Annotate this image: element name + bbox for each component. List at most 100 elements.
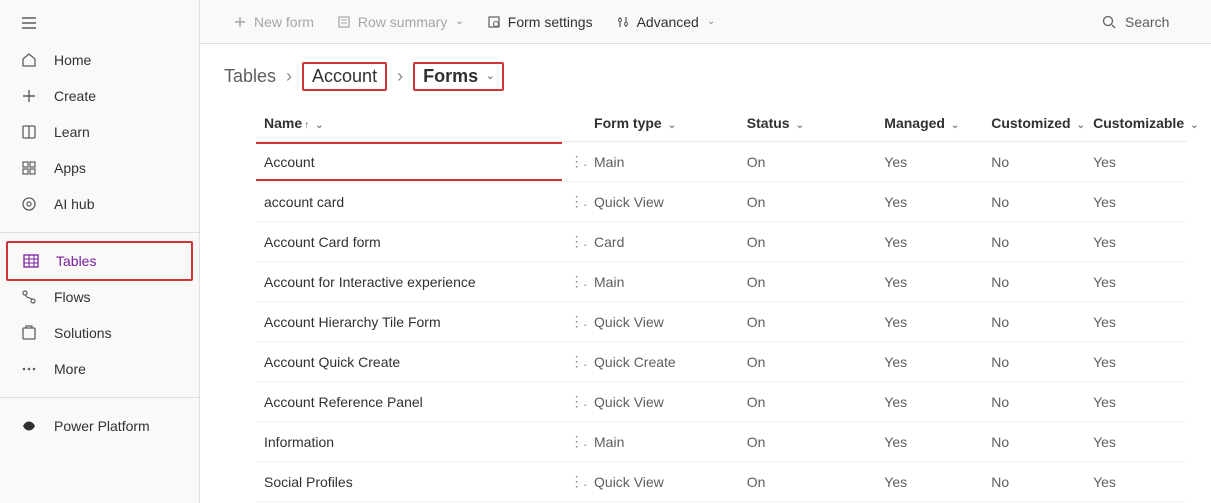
cell-managed: Yes [876, 182, 983, 222]
cell-formtype: Main [586, 142, 739, 182]
search-placeholder: Search [1125, 14, 1169, 30]
chevron-right-icon: › [397, 66, 403, 87]
col-header-customized[interactable]: Customized⌄ [983, 105, 1085, 142]
forms-table: Name↑⌄ Form type⌄ Status⌄ Managed⌄ Custo… [200, 105, 1211, 502]
plus-icon [20, 87, 38, 105]
cell-managed: Yes [876, 342, 983, 382]
table-row[interactable]: Social Profiles⋮Quick ViewOnYesNoYes [256, 462, 1187, 502]
breadcrumb: Tables › Account › Forms ⌄ [200, 44, 1211, 105]
cmd-label: Advanced [637, 14, 699, 30]
cell-name[interactable]: Information [256, 422, 562, 462]
cell-name[interactable]: Account Hierarchy Tile Form [256, 302, 562, 342]
row-menu-button[interactable]: ⋮ [562, 462, 586, 502]
breadcrumb-label: Account [312, 66, 377, 87]
chevron-down-icon: ⌄ [486, 71, 494, 82]
search-box[interactable]: Search [1091, 8, 1201, 36]
cell-name[interactable]: account card [256, 182, 562, 222]
row-menu-button[interactable]: ⋮ [562, 382, 586, 422]
cell-name[interactable]: Account [256, 142, 562, 182]
cell-managed: Yes [876, 262, 983, 302]
aihub-icon [20, 195, 38, 213]
sidebar-item-flows[interactable]: Flows [0, 279, 199, 315]
table-row[interactable]: Account Reference Panel⋮Quick ViewOnYesN… [256, 382, 1187, 422]
sidebar-item-home[interactable]: Home [0, 42, 199, 78]
row-menu-button[interactable]: ⋮ [562, 302, 586, 342]
sidebar-item-aihub[interactable]: AI hub [0, 186, 199, 222]
row-menu-button[interactable]: ⋮ [562, 222, 586, 262]
advanced-button[interactable]: Advanced ⌄ [607, 8, 724, 36]
cell-status: On [739, 342, 877, 382]
sidebar-item-create[interactable]: Create [0, 78, 199, 114]
table-row[interactable]: Account Card form⋮CardOnYesNoYes [256, 222, 1187, 262]
hamburger-icon[interactable] [20, 14, 38, 32]
cell-name[interactable]: Account Reference Panel [256, 382, 562, 422]
cell-customizable: Yes [1085, 182, 1187, 222]
table-row[interactable]: Account Hierarchy Tile Form⋮Quick ViewOn… [256, 302, 1187, 342]
cell-managed: Yes [876, 222, 983, 262]
cell-formtype: Quick View [586, 382, 739, 422]
cell-customized: No [983, 142, 1085, 182]
table-row[interactable]: account card⋮Quick ViewOnYesNoYes [256, 182, 1187, 222]
cell-customizable: Yes [1085, 262, 1187, 302]
col-header-customizable[interactable]: Customizable⌄ [1085, 105, 1187, 142]
col-header-status[interactable]: Status⌄ [739, 105, 877, 142]
row-menu-button[interactable]: ⋮ [562, 342, 586, 382]
breadcrumb-account[interactable]: Account [302, 62, 387, 91]
sidebar-item-label: Home [54, 52, 91, 68]
new-form-button[interactable]: New form [224, 8, 322, 36]
cell-formtype: Quick View [586, 462, 739, 502]
table-row[interactable]: Account⋮MainOnYesNoYes [256, 142, 1187, 182]
table-row[interactable]: Information⋮MainOnYesNoYes [256, 422, 1187, 462]
chevron-down-icon: ⌄ [1077, 120, 1085, 131]
row-menu-button[interactable]: ⋮ [562, 262, 586, 302]
home-icon [20, 51, 38, 69]
table-row[interactable]: Account for Interactive experience⋮MainO… [256, 262, 1187, 302]
cell-customized: No [983, 302, 1085, 342]
chevron-down-icon: ⌄ [668, 120, 676, 131]
cell-formtype: Quick View [586, 182, 739, 222]
row-menu-button[interactable]: ⋮ [562, 142, 586, 182]
cell-status: On [739, 182, 877, 222]
cell-name[interactable]: Social Profiles [256, 462, 562, 502]
cell-customizable: Yes [1085, 142, 1187, 182]
cell-customized: No [983, 222, 1085, 262]
sidebar-item-powerplatform[interactable]: Power Platform [0, 408, 199, 444]
col-header-name[interactable]: Name↑⌄ [256, 105, 562, 142]
sidebar-item-apps[interactable]: Apps [0, 150, 199, 186]
table-row[interactable]: Account Quick Create⋮Quick CreateOnYesNo… [256, 342, 1187, 382]
cmd-label: Form settings [508, 14, 593, 30]
sidebar-item-tables[interactable]: Tables [20, 243, 191, 279]
col-header-managed[interactable]: Managed⌄ [876, 105, 983, 142]
divider [0, 397, 199, 398]
cmd-label: New form [254, 14, 314, 30]
powerplatform-icon [20, 417, 38, 435]
sidebar-item-solutions[interactable]: Solutions [0, 315, 199, 351]
cell-formtype: Main [586, 262, 739, 302]
row-summary-button[interactable]: Row summary ⌄ [328, 8, 472, 36]
cell-customizable: Yes [1085, 302, 1187, 342]
col-header-formtype[interactable]: Form type⌄ [586, 105, 739, 142]
cell-managed: Yes [876, 382, 983, 422]
cell-managed: Yes [876, 302, 983, 342]
breadcrumb-root[interactable]: Tables [224, 66, 276, 87]
sidebar-item-more[interactable]: More [0, 351, 199, 387]
chevron-down-icon: ⌄ [951, 120, 959, 131]
cell-status: On [739, 222, 877, 262]
cell-name[interactable]: Account Quick Create [256, 342, 562, 382]
cell-name[interactable]: Account for Interactive experience [256, 262, 562, 302]
cell-formtype: Quick Create [586, 342, 739, 382]
cell-formtype: Quick View [586, 302, 739, 342]
cell-customizable: Yes [1085, 462, 1187, 502]
cell-customizable: Yes [1085, 382, 1187, 422]
cell-name[interactable]: Account Card form [256, 222, 562, 262]
sidebar-item-learn[interactable]: Learn [0, 114, 199, 150]
sidebar-item-label: Create [54, 88, 96, 104]
form-settings-button[interactable]: Form settings [478, 8, 601, 36]
breadcrumb-forms[interactable]: Forms ⌄ [413, 62, 504, 91]
cell-status: On [739, 382, 877, 422]
formsettings-icon [486, 14, 502, 30]
row-menu-button[interactable]: ⋮ [562, 182, 586, 222]
book-icon [20, 123, 38, 141]
cell-customized: No [983, 422, 1085, 462]
row-menu-button[interactable]: ⋮ [562, 422, 586, 462]
